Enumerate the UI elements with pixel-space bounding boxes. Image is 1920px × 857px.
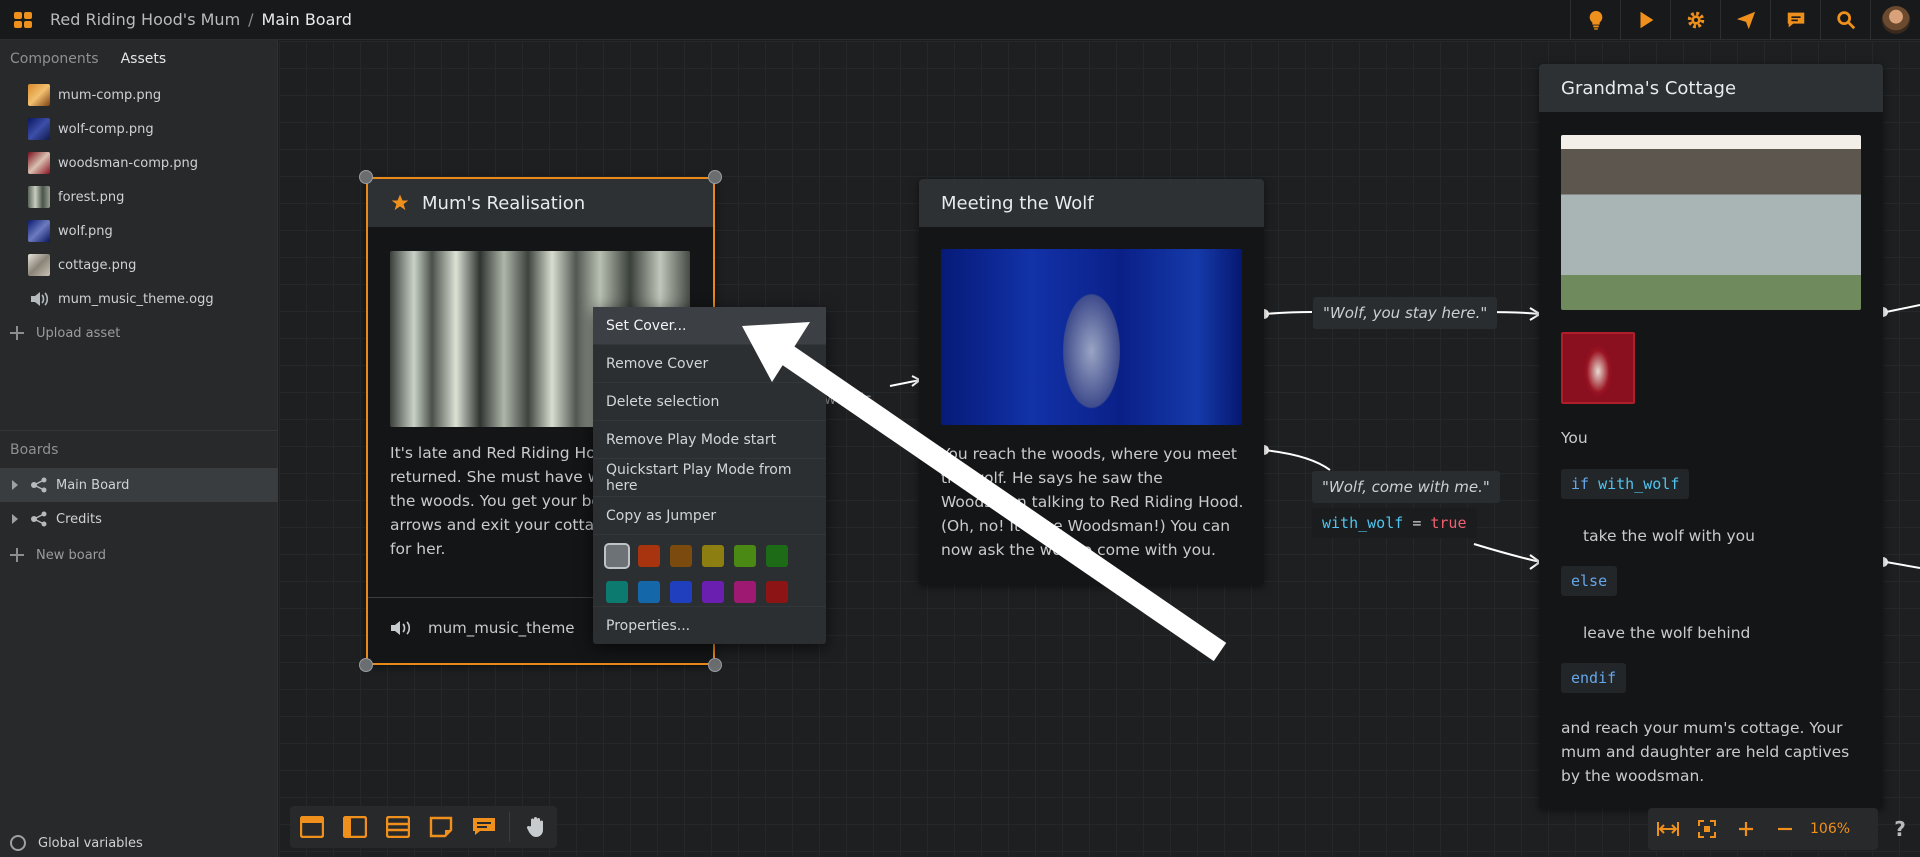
add-card-button[interactable] <box>290 806 333 848</box>
sticky-note-icon <box>429 816 452 838</box>
fit-screen-button[interactable] <box>1687 820 1726 838</box>
list-icon <box>385 816 410 838</box>
annotation-arrow <box>742 322 1227 662</box>
add-section-button[interactable] <box>333 806 376 848</box>
zoom-controls: 106% <box>1648 808 1878 850</box>
plus-icon <box>1738 822 1753 836</box>
section-icon <box>342 816 367 838</box>
hand-icon <box>526 817 543 837</box>
help-button[interactable]: ? <box>1880 808 1920 850</box>
card-icon <box>299 816 324 838</box>
minus-icon <box>1777 827 1792 831</box>
add-comment-button[interactable] <box>462 806 505 848</box>
add-list-button[interactable] <box>376 806 419 848</box>
zoom-level[interactable]: 106% <box>1810 821 1850 837</box>
divider <box>509 812 510 842</box>
pan-tool-button[interactable] <box>514 806 557 848</box>
zoom-out-button[interactable] <box>1765 821 1804 837</box>
fit-width-icon <box>1656 822 1679 836</box>
add-note-button[interactable] <box>419 806 462 848</box>
fit-width-button[interactable] <box>1648 822 1687 836</box>
chat-icon <box>472 818 495 835</box>
zoom-in-button[interactable] <box>1726 821 1765 837</box>
fit-screen-icon <box>1697 820 1716 838</box>
bottom-toolbar <box>290 806 557 848</box>
